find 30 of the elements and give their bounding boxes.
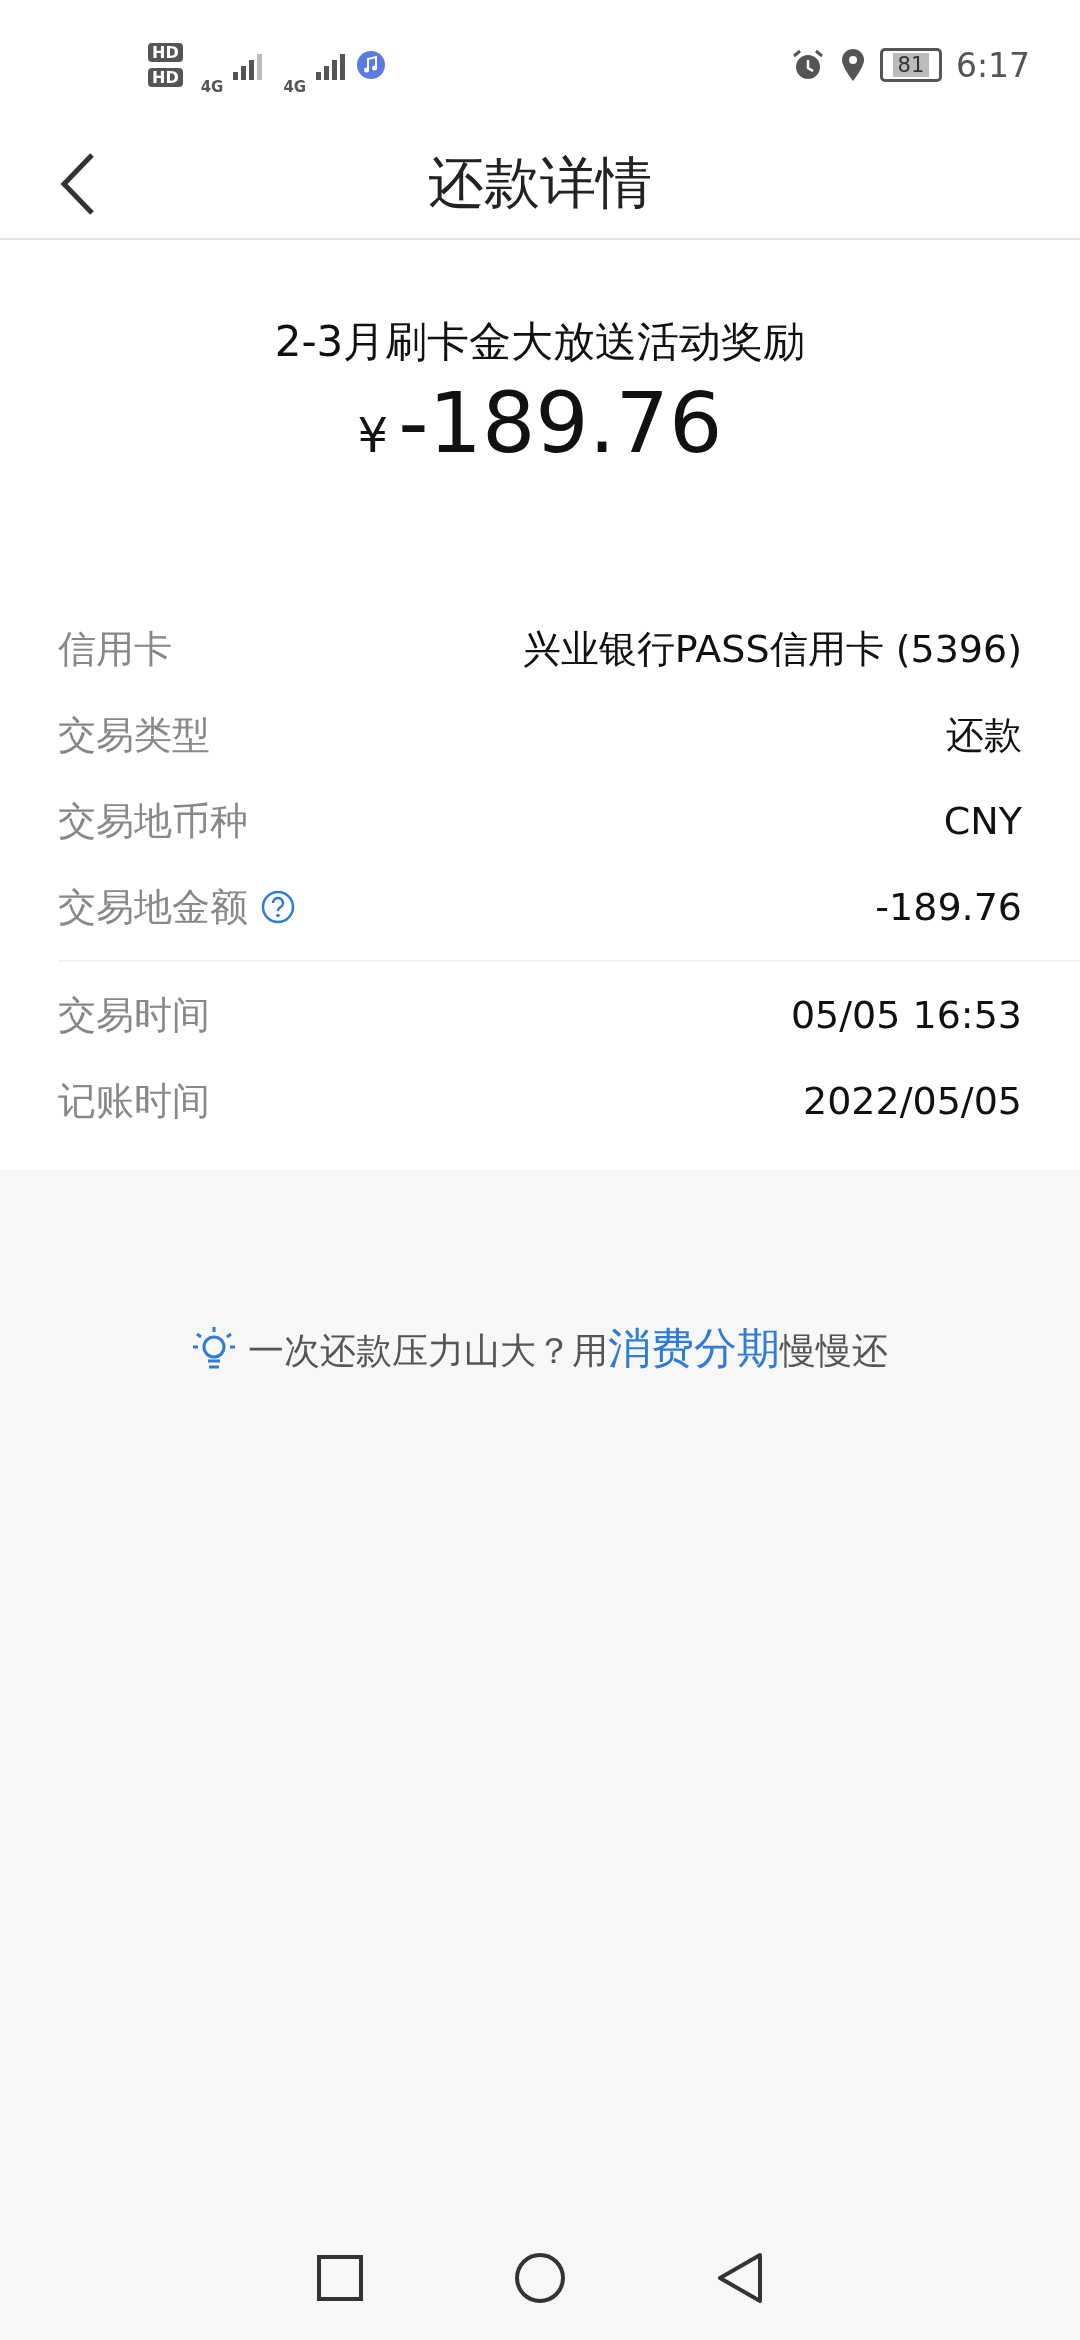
transaction-title: 2-3月刷卡金大放送活动奖励 <box>274 316 806 368</box>
detail-label: 交易地币种 <box>58 797 248 845</box>
detail-value: 兴业银行PASS信用卡 (5396) <box>522 625 1022 673</box>
detail-value: 2022/05/05 <box>802 1079 1022 1123</box>
network-label: 4G <box>283 78 307 96</box>
detail-value: 05/05 16:53 <box>790 993 1022 1037</box>
detail-value: 还款 <box>946 711 1022 759</box>
location-icon <box>839 48 866 82</box>
music-icon <box>356 50 387 80</box>
back-icon[interactable] <box>716 2252 764 2304</box>
battery-icon: 81 <box>879 48 942 82</box>
installment-link[interactable]: 消费分期 <box>608 1323 780 1373</box>
sim-label: HD <box>148 68 183 87</box>
page-title: 还款详情 <box>428 149 652 217</box>
detail-value: CNY <box>943 799 1022 843</box>
detail-label: 交易时间 <box>58 991 210 1039</box>
detail-label: 记账时间 <box>58 1077 210 1125</box>
status-time: 6:17 <box>955 45 1030 85</box>
detail-label: 交易类型 <box>58 711 210 759</box>
detail-label: 信用卡 <box>58 625 172 673</box>
home-icon[interactable] <box>514 2252 566 2304</box>
help-icon[interactable] <box>260 889 296 925</box>
transaction-amount: -189.76 <box>398 374 723 472</box>
detail-value: -189.76 <box>875 885 1022 929</box>
sim-label: HD <box>148 43 183 62</box>
recent-apps-icon[interactable] <box>316 2254 364 2302</box>
network-label: 4G <box>200 78 224 96</box>
tip-text: 一次还款压力山大？用消费分期慢慢还 <box>248 1322 888 1375</box>
detail-label: 交易地金额 <box>58 883 248 931</box>
currency-symbol: ¥ <box>357 407 389 463</box>
